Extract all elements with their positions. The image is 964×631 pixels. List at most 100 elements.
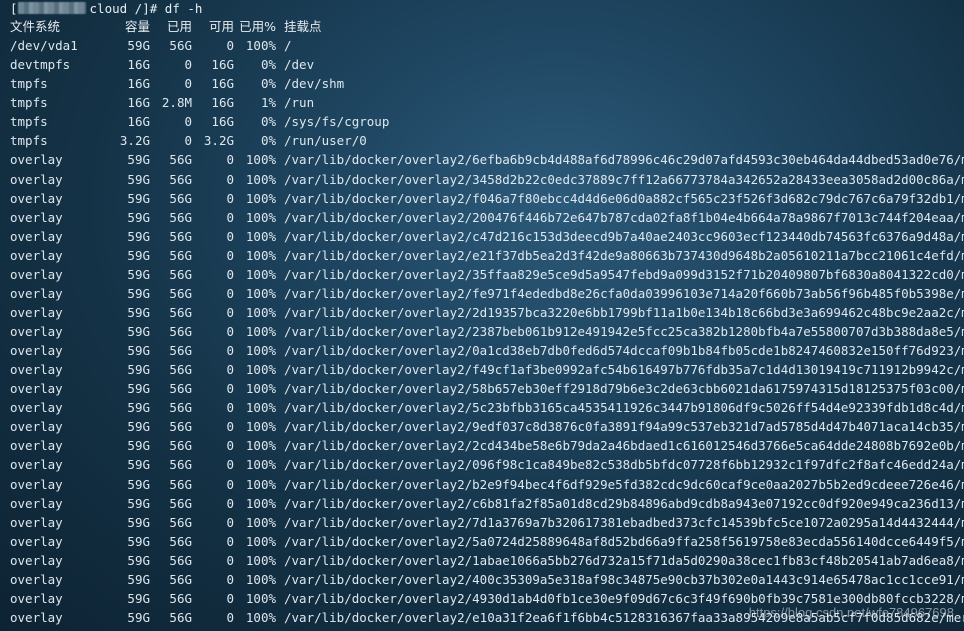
cell-use-pct: 0% [260,114,276,130]
redacted-username [17,2,86,14]
cell-use-pct: 1% [260,95,276,111]
cell-used: 56G [169,152,192,168]
cell-filesystem: overlay [10,400,63,416]
cell-used: 56G [169,419,192,435]
cell-mount: /var/lib/docker/overlay2/0a1cd38eb7db0fe… [284,343,964,359]
cell-filesystem: overlay [10,152,63,168]
cell-use-pct: 100% [245,514,276,530]
cell-size: 16G [127,57,150,73]
cell-size: 59G [127,590,150,606]
df-row: tmpfs 3.2G 0 3.2G 0% /run/user/0 [0,131,964,150]
df-row: overlay 59G 56G 0 100% /var/lib/docker/overla… [0,436,964,455]
cell-size: 59G [127,209,150,225]
cell-used: 56G [169,190,192,206]
cell-used: 56G [169,476,192,492]
df-row: overlay 59G 56G 0 100% /var/lib/docker/overla… [0,360,964,379]
df-row: overlay 59G 56G 0 100% /var/lib/docker/overla… [0,189,964,208]
cell-used: 0 [184,133,192,149]
cell-size: 59G [127,457,150,473]
cell-avail: 0 [226,533,234,549]
cell-avail: 0 [226,419,234,435]
cell-avail: 0 [226,171,234,187]
df-row: overlay 59G 56G 0 100% /var/lib/docker/overla… [0,150,964,169]
cell-use-pct: 0% [260,57,276,73]
cell-size: 59G [127,343,150,359]
df-row: tmpfs 16G 2.8M 16G 1% /run [0,93,964,112]
cell-avail: 0 [226,266,234,282]
cell-mount: /var/lib/docker/overlay2/2387beb061b912e… [284,324,964,339]
cell-avail: 0 [226,495,234,511]
cell-use-pct: 100% [245,571,276,587]
cell-mount: /var/lib/docker/overlay2/c6b81fa2f85a01d… [284,495,964,511]
cell-filesystem: devtmpfs [10,57,71,73]
cell-filesystem: overlay [10,285,63,301]
cell-mount: /var/lib/docker/overlay2/7d1a3769a7b3206… [284,514,964,530]
cell-used: 56G [169,571,192,587]
df-row: overlay 59G 56G 0 100% /var/lib/docker/overla… [0,570,964,589]
cell-use-pct: 100% [245,400,276,416]
cell-mount: /var/lib/docker/overlay2/9edf037c8d3876c… [284,419,964,435]
df-row: overlay 59G 56G 0 100% /var/lib/docker/overla… [0,551,964,570]
cell-avail: 0 [226,552,234,568]
df-row: overlay 59G 56G 0 100% /var/lib/docker/overla… [0,322,964,341]
cell-size: 59G [127,476,150,492]
cell-mount: /var/lib/docker/overlay2/2d19357bca3220e… [284,304,964,320]
cell-used: 56G [169,514,192,530]
cell-use-pct: 100% [245,495,276,511]
cell-use-pct: 100% [245,38,276,54]
cell-size: 59G [127,571,150,587]
cell-used: 56G [169,324,192,339]
cell-use-pct: 100% [245,324,276,339]
cell-used: 56G [169,247,192,263]
cell-avail: 16G [211,95,234,111]
cell-filesystem: overlay [10,324,63,339]
df-row: overlay 59G 56G 0 100% /var/lib/docker/overla… [0,284,964,303]
cell-used: 56G [169,533,192,549]
cell-used: 56G [169,495,192,511]
cell-used: 56G [169,552,192,568]
cell-used: 56G [169,590,192,606]
terminal-window[interactable]: [cloud /]# df -h 文件系统 容量 已用 可用 已用% 挂载点 /… [0,0,964,631]
cell-size: 16G [127,114,150,130]
cell-avail: 0 [226,400,234,416]
cell-mount: /var/lib/docker/overlay2/400c35309a5e318… [284,571,964,587]
cell-size: 59G [127,171,150,187]
header-avail: 可用 [208,19,234,34]
cell-mount: /var/lib/docker/overlay2/5a0724d25889648… [284,533,964,549]
cell-filesystem: overlay [10,514,63,530]
df-row: overlay 59G 56G 0 100% /var/lib/docker/overla… [0,455,964,474]
cell-size: 16G [127,95,150,111]
df-row: overlay 59G 56G 0 100% /var/lib/docker/overla… [0,532,964,551]
df-row: overlay 59G 56G 0 100% /var/lib/docker/overla… [0,303,964,322]
cell-use-pct: 100% [245,209,276,225]
cell-mount: /var/lib/docker/overlay2/b2e9f94bec4f6df… [284,476,964,492]
cell-mount: /dev/shm [284,76,345,92]
cell-used: 0 [184,76,192,92]
cell-size: 59G [127,304,150,320]
cell-use-pct: 100% [245,533,276,549]
df-row: overlay 59G 56G 0 100% /var/lib/docker/overla… [0,513,964,532]
cell-filesystem: overlay [10,171,63,187]
cell-size: 59G [127,438,150,454]
cell-size: 59G [127,190,150,206]
cell-filesystem: overlay [10,457,63,473]
cell-used: 0 [184,57,192,73]
cell-mount: /var/lib/docker/overlay2/f49cf1af3be0992… [284,362,964,378]
cell-size: 59G [127,419,150,435]
cell-mount: /var/lib/docker/overlay2/3458d2b22c0edc3… [284,171,964,187]
cell-use-pct: 0% [260,133,276,149]
cell-filesystem: tmpfs [10,133,48,149]
cell-filesystem: overlay [10,495,63,511]
cell-size: 3.2G [119,133,150,149]
df-row: /dev/vda1 59G 56G 0 100% / [0,36,964,55]
cell-size: 59G [127,362,150,378]
cell-size: 59G [127,285,150,301]
df-row: devtmpfs 16G 0 16G 0% /dev [0,55,964,74]
cell-use-pct: 100% [245,362,276,378]
cell-use-pct: 100% [245,190,276,206]
cell-used: 56G [169,38,192,54]
cell-avail: 0 [226,381,234,397]
df-row: overlay 59G 56G 0 100% /var/lib/docker/overla… [0,475,964,494]
cell-used: 56G [169,381,192,397]
cell-use-pct: 100% [245,152,276,168]
